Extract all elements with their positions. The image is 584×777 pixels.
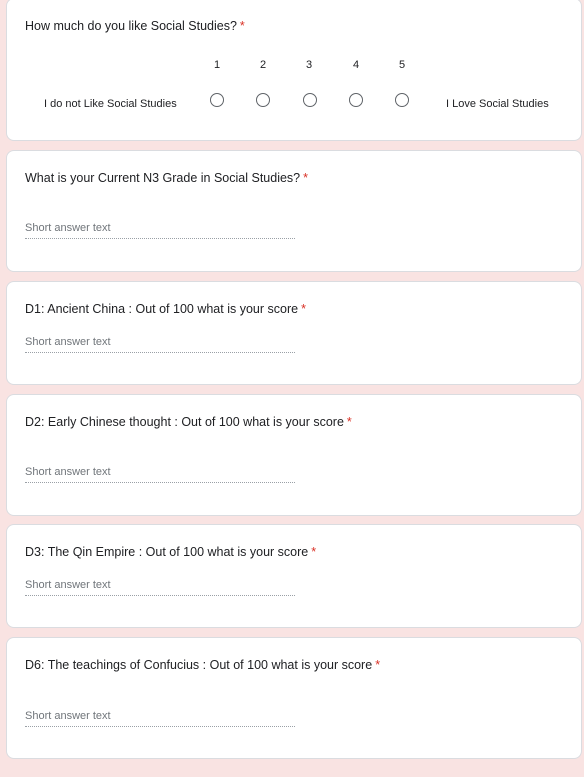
question-card-d2-early-chinese-thought: D2: Early Chinese thought : Out of 100 w… <box>6 394 582 516</box>
scale-number-5: 5 <box>398 59 406 71</box>
required-asterisk: * <box>346 415 352 429</box>
required-asterisk: * <box>375 658 381 672</box>
scale-number-1: 1 <box>213 59 221 71</box>
required-asterisk: * <box>303 171 308 185</box>
question-title: D6: The teachings of Confucius : Out of … <box>25 658 380 672</box>
scale-number-4: 4 <box>352 59 360 71</box>
question-text: D6: The teachings of Confucius : Out of … <box>25 658 373 672</box>
short-answer-input[interactable]: Short answer text <box>25 466 295 483</box>
scale-number-2: 2 <box>259 59 267 71</box>
radio-option-2[interactable] <box>256 93 270 107</box>
short-answer-input[interactable]: Short answer text <box>25 579 295 596</box>
scale-high-label: I Love Social Studies <box>446 98 549 110</box>
question-card-d3-qin-empire: D3: The Qin Empire : Out of 100 what is … <box>6 524 582 628</box>
radio-option-4[interactable] <box>349 93 363 107</box>
question-card-like-social-studies: How much do you like Social Studies? * 1 … <box>6 0 582 141</box>
short-answer-input[interactable]: Short answer text <box>25 710 295 727</box>
question-text: What is your Current N3 Grade in Social … <box>25 171 301 185</box>
question-card-d1-ancient-china: D1: Ancient China : Out of 100 what is y… <box>6 281 582 385</box>
question-card-n3-grade: What is your Current N3 Grade in Social … <box>6 150 582 272</box>
question-card-d6-confucius: D6: The teachings of Confucius : Out of … <box>6 637 582 759</box>
radio-option-3[interactable] <box>303 93 317 107</box>
question-title: What is your Current N3 Grade in Social … <box>25 171 308 185</box>
question-title: D1: Ancient China : Out of 100 what is y… <box>25 302 306 316</box>
question-title: D3: The Qin Empire : Out of 100 what is … <box>25 545 316 559</box>
question-text: How much do you like Social Studies? <box>25 19 237 33</box>
required-asterisk: * <box>239 19 245 33</box>
scale-number-3: 3 <box>305 59 313 71</box>
question-text: D2: Early Chinese thought : Out of 100 w… <box>25 415 344 429</box>
short-answer-input[interactable]: Short answer text <box>25 336 295 353</box>
question-title: D2: Early Chinese thought : Out of 100 w… <box>25 415 352 429</box>
radio-option-1[interactable] <box>210 93 224 107</box>
radio-option-5[interactable] <box>395 93 409 107</box>
scale-low-label: I do not Like Social Studies <box>44 98 177 110</box>
required-asterisk: * <box>311 545 317 559</box>
question-text: D3: The Qin Empire : Out of 100 what is … <box>25 545 309 559</box>
question-text: D1: Ancient China : Out of 100 what is y… <box>25 302 299 316</box>
question-title: How much do you like Social Studies? * <box>25 19 245 33</box>
short-answer-input[interactable]: Short answer text <box>25 222 295 239</box>
required-asterisk: * <box>301 302 306 316</box>
